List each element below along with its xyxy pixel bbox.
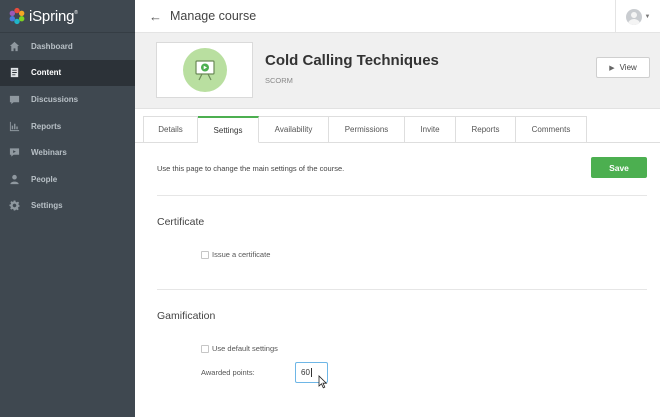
content-icon [9, 67, 20, 78]
avatar-icon [625, 8, 642, 25]
back-arrow-icon[interactable]: ← [149, 9, 163, 24]
course-tabs: Details Settings Availability Permission… [143, 116, 587, 143]
sidebar-item-label: Dashboard [31, 41, 73, 51]
sidebar-item-content[interactable]: Content [0, 59, 135, 87]
course-title: Cold Calling Techniques [265, 52, 439, 69]
sidebar: iSpring® Dashboard Content Discussions R… [0, 0, 135, 417]
page-title: Manage course [170, 9, 257, 23]
default-settings-label: Use default settings [212, 344, 278, 353]
view-button[interactable]: ▶ View [596, 57, 650, 78]
tab-reports[interactable]: Reports [456, 116, 516, 143]
main-panel: ← Manage course ▼ Cold Calling Technique… [135, 0, 660, 417]
view-button-label: View [619, 63, 637, 72]
course-type: SCORM [265, 76, 293, 85]
gear-icon [9, 200, 20, 211]
sidebar-item-settings[interactable]: Settings [0, 193, 135, 220]
sidebar-item-reports[interactable]: Reports [0, 113, 135, 140]
certificate-title: Certificate [157, 216, 205, 228]
home-icon [9, 41, 20, 52]
tab-permissions[interactable]: Permissions [329, 116, 405, 143]
tab-settings[interactable]: Settings [198, 116, 259, 143]
sidebar-item-label: Discussions [31, 94, 79, 104]
discussions-icon [9, 94, 20, 105]
divider [157, 289, 647, 290]
tab-details[interactable]: Details [143, 116, 198, 143]
issue-certificate-checkbox[interactable] [201, 250, 209, 259]
sidebar-item-discussions[interactable]: Discussions [0, 86, 135, 113]
settings-intro: Use this page to change the main setting… [157, 164, 345, 173]
logo[interactable]: iSpring® [0, 0, 135, 33]
course-header: Cold Calling Techniques SCORM ▶ View [135, 33, 660, 109]
sidebar-item-label: Settings [31, 201, 63, 211]
default-settings-option[interactable]: Use default settings [201, 344, 278, 353]
tab-availability[interactable]: Availability [259, 116, 329, 143]
sidebar-item-label: Content [31, 68, 62, 78]
gamification-title: Gamification [157, 310, 216, 322]
sidebar-item-label: Webinars [31, 148, 67, 158]
people-icon [9, 174, 20, 185]
course-thumbnail [156, 42, 253, 98]
webinars-icon [9, 147, 20, 158]
sidebar-item-label: Reports [31, 121, 62, 131]
settings-content: Use this page to change the main setting… [135, 143, 660, 417]
sidebar-item-people[interactable]: People [0, 166, 135, 193]
default-settings-checkbox[interactable] [201, 344, 209, 353]
mouse-pointer-icon [318, 375, 328, 389]
sidebar-item-webinars[interactable]: Webinars [0, 139, 135, 166]
user-menu[interactable]: ▼ [615, 0, 660, 33]
tab-comments[interactable]: Comments [516, 116, 587, 143]
tab-invite[interactable]: Invite [405, 116, 456, 143]
sidebar-item-dashboard[interactable]: Dashboard [0, 33, 135, 60]
save-button[interactable]: Save [591, 157, 647, 178]
awarded-points-label: Awarded points: [201, 368, 255, 377]
brand-name: iSpring® [29, 7, 78, 25]
issue-certificate-label: Issue a certificate [212, 250, 271, 259]
reports-icon [9, 121, 20, 132]
chevron-down-icon: ▼ [644, 13, 651, 20]
ispring-logo-icon [9, 7, 25, 25]
issue-certificate-option[interactable]: Issue a certificate [201, 250, 270, 259]
top-bar: ← Manage course ▼ [135, 0, 660, 33]
awarded-points-value: 60 [301, 368, 310, 377]
text-caret [310, 368, 312, 377]
sidebar-item-label: People [31, 174, 58, 184]
presentation-icon [182, 48, 227, 92]
play-icon: ▶ [609, 64, 615, 72]
divider [157, 195, 647, 196]
